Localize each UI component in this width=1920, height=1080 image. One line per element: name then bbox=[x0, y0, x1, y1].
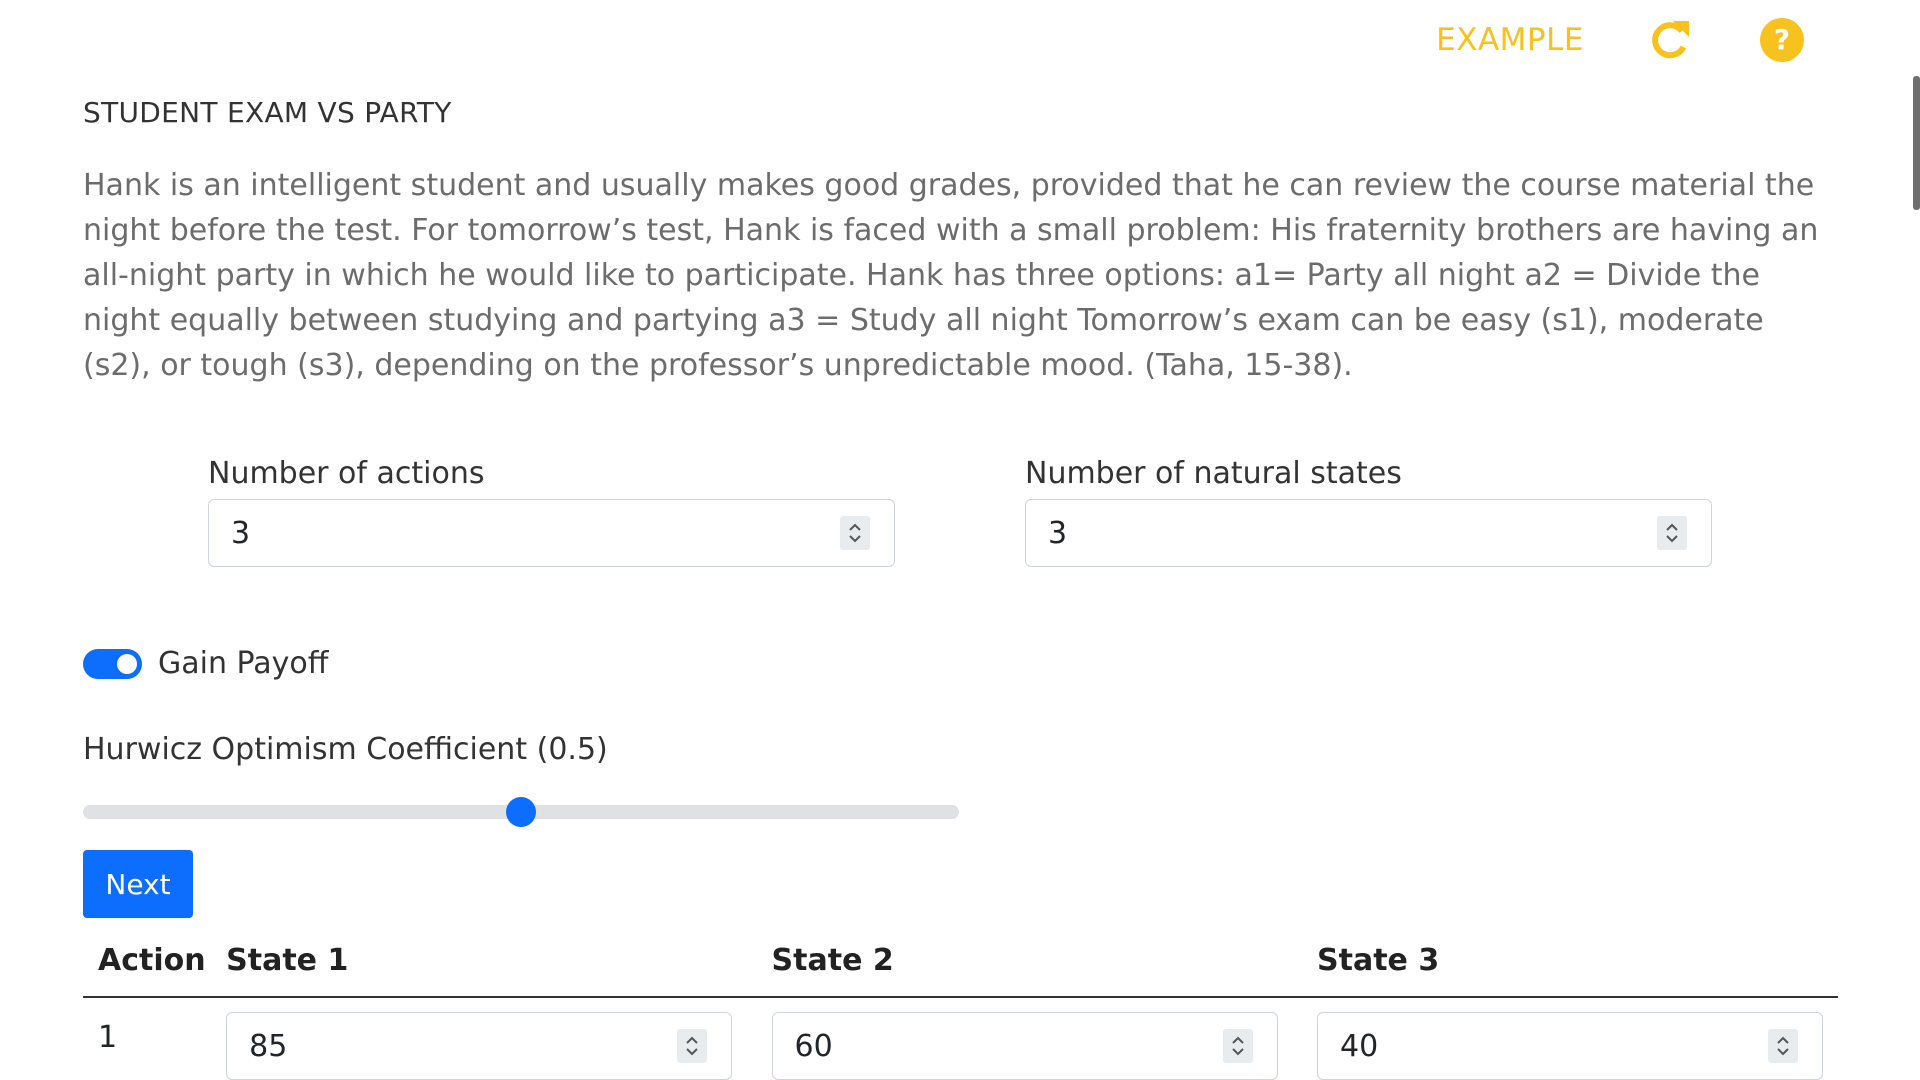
hurwicz-slider-thumb[interactable] bbox=[506, 797, 536, 827]
stepper-arrows-icon bbox=[1231, 1036, 1244, 1056]
states-value: 3 bbox=[1048, 515, 1068, 551]
stepper-arrows-icon bbox=[686, 1036, 698, 1056]
problem-description: Hank is an intelligent student and usual… bbox=[83, 168, 1819, 383]
actions-field-group: Number of actions 3 bbox=[208, 456, 895, 567]
actions-value: 3 bbox=[231, 515, 251, 551]
scrollbar-thumb[interactable] bbox=[1913, 76, 1920, 210]
payoff-cell: 40 bbox=[1302, 997, 1838, 1080]
payoff-input-state-3[interactable]: 40 bbox=[1317, 1012, 1823, 1080]
states-stepper[interactable] bbox=[1657, 516, 1687, 550]
problem-title: STUDENT EXAM VS PARTY bbox=[83, 96, 452, 129]
help-icon: ? bbox=[1760, 18, 1804, 62]
payoff-input-state-1[interactable]: 85 bbox=[226, 1012, 733, 1080]
payoff-value: 85 bbox=[249, 1028, 288, 1064]
states-label: Number of natural states bbox=[1025, 456, 1402, 491]
column-header-state-3: State 3 bbox=[1302, 924, 1838, 998]
table-row: 1 85 60 40 bbox=[83, 997, 1838, 1080]
column-header-state-1: State 1 bbox=[211, 924, 757, 998]
reload-icon bbox=[1652, 21, 1689, 59]
hurwicz-slider[interactable] bbox=[83, 797, 959, 827]
top-action-bar: EXAMPLE ? bbox=[1436, 14, 1808, 66]
states-field-group: Number of natural states 3 bbox=[1025, 456, 1712, 567]
actions-label: Number of actions bbox=[208, 456, 485, 491]
column-header-action: Action bbox=[83, 924, 212, 998]
next-button[interactable]: Next bbox=[83, 850, 193, 918]
payoff-input-state-2[interactable]: 60 bbox=[771, 1012, 1278, 1080]
payoff-stepper[interactable] bbox=[1768, 1029, 1798, 1063]
help-button[interactable]: ? bbox=[1756, 14, 1808, 66]
example-link[interactable]: EXAMPLE bbox=[1436, 22, 1584, 58]
actions-stepper[interactable] bbox=[840, 516, 870, 550]
actions-input[interactable]: 3 bbox=[208, 499, 895, 567]
gain-payoff-toggle-row: Gain Payoff bbox=[83, 646, 328, 681]
payoff-cell: 60 bbox=[757, 997, 1302, 1080]
payoff-cell: 85 bbox=[211, 997, 756, 1080]
gain-payoff-switch[interactable] bbox=[83, 648, 142, 679]
gain-payoff-label: Gain Payoff bbox=[158, 646, 329, 681]
stepper-arrows-icon bbox=[849, 523, 861, 543]
table-header-row: Action State 1 State 2 State 3 bbox=[83, 924, 1838, 998]
states-input[interactable]: 3 bbox=[1025, 499, 1712, 567]
hurwicz-slider-label: Hurwicz Optimism Coefficient (0.5) bbox=[83, 732, 608, 767]
stepper-arrows-icon bbox=[1666, 523, 1678, 543]
payoff-stepper[interactable] bbox=[677, 1029, 708, 1063]
payoff-stepper[interactable] bbox=[1222, 1029, 1253, 1063]
main-content: STUDENT EXAM VS PARTY Hank is an intelli… bbox=[83, 96, 1843, 1080]
payoff-table: Action State 1 State 2 State 3 1 85 60 4… bbox=[83, 924, 1838, 1080]
svg-text:?: ? bbox=[1774, 23, 1790, 56]
action-number: 1 bbox=[98, 1020, 118, 1055]
count-fields: Number of actions 3 Number of natural st… bbox=[208, 456, 1712, 567]
payoff-value: 60 bbox=[794, 1028, 833, 1064]
payoff-value: 40 bbox=[1340, 1028, 1379, 1064]
reload-button[interactable] bbox=[1644, 14, 1696, 66]
stepper-arrows-icon bbox=[1777, 1036, 1789, 1056]
page: EXAMPLE ? STUDENT EXAM VS PARTY Hank is … bbox=[0, 0, 1920, 1080]
column-header-state-2: State 2 bbox=[756, 924, 1302, 998]
